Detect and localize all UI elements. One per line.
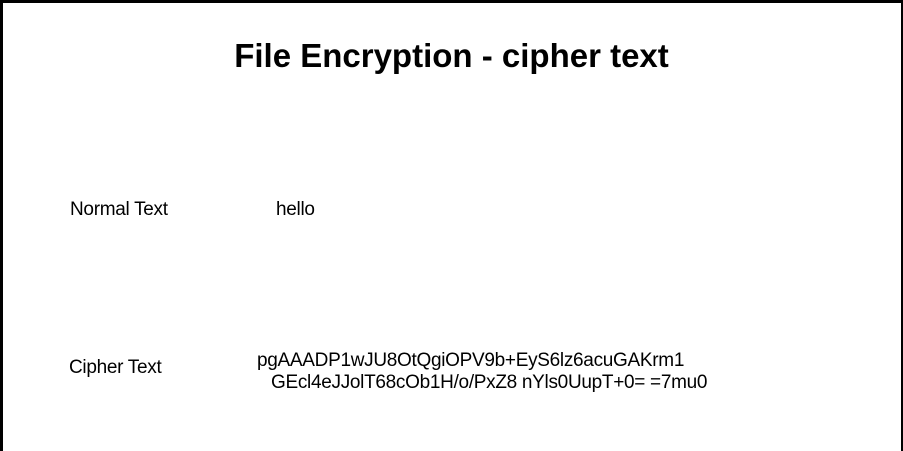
cipher-text-label: Cipher Text xyxy=(69,357,162,378)
page-title: File Encryption - cipher text xyxy=(234,37,669,74)
normal-text-label: Normal Text xyxy=(70,199,168,220)
cipher-text-value-line-1: pgAAADP1wJU8OtQgiOPV9b+EyS6lz6acuGAKrm1 xyxy=(257,350,685,371)
cipher-text-value-line-2: GEcl4eJJolT68cOb1H/o/PxZ8 nYls0UupT+0= =… xyxy=(271,372,708,393)
normal-text-value: hello xyxy=(276,199,315,220)
